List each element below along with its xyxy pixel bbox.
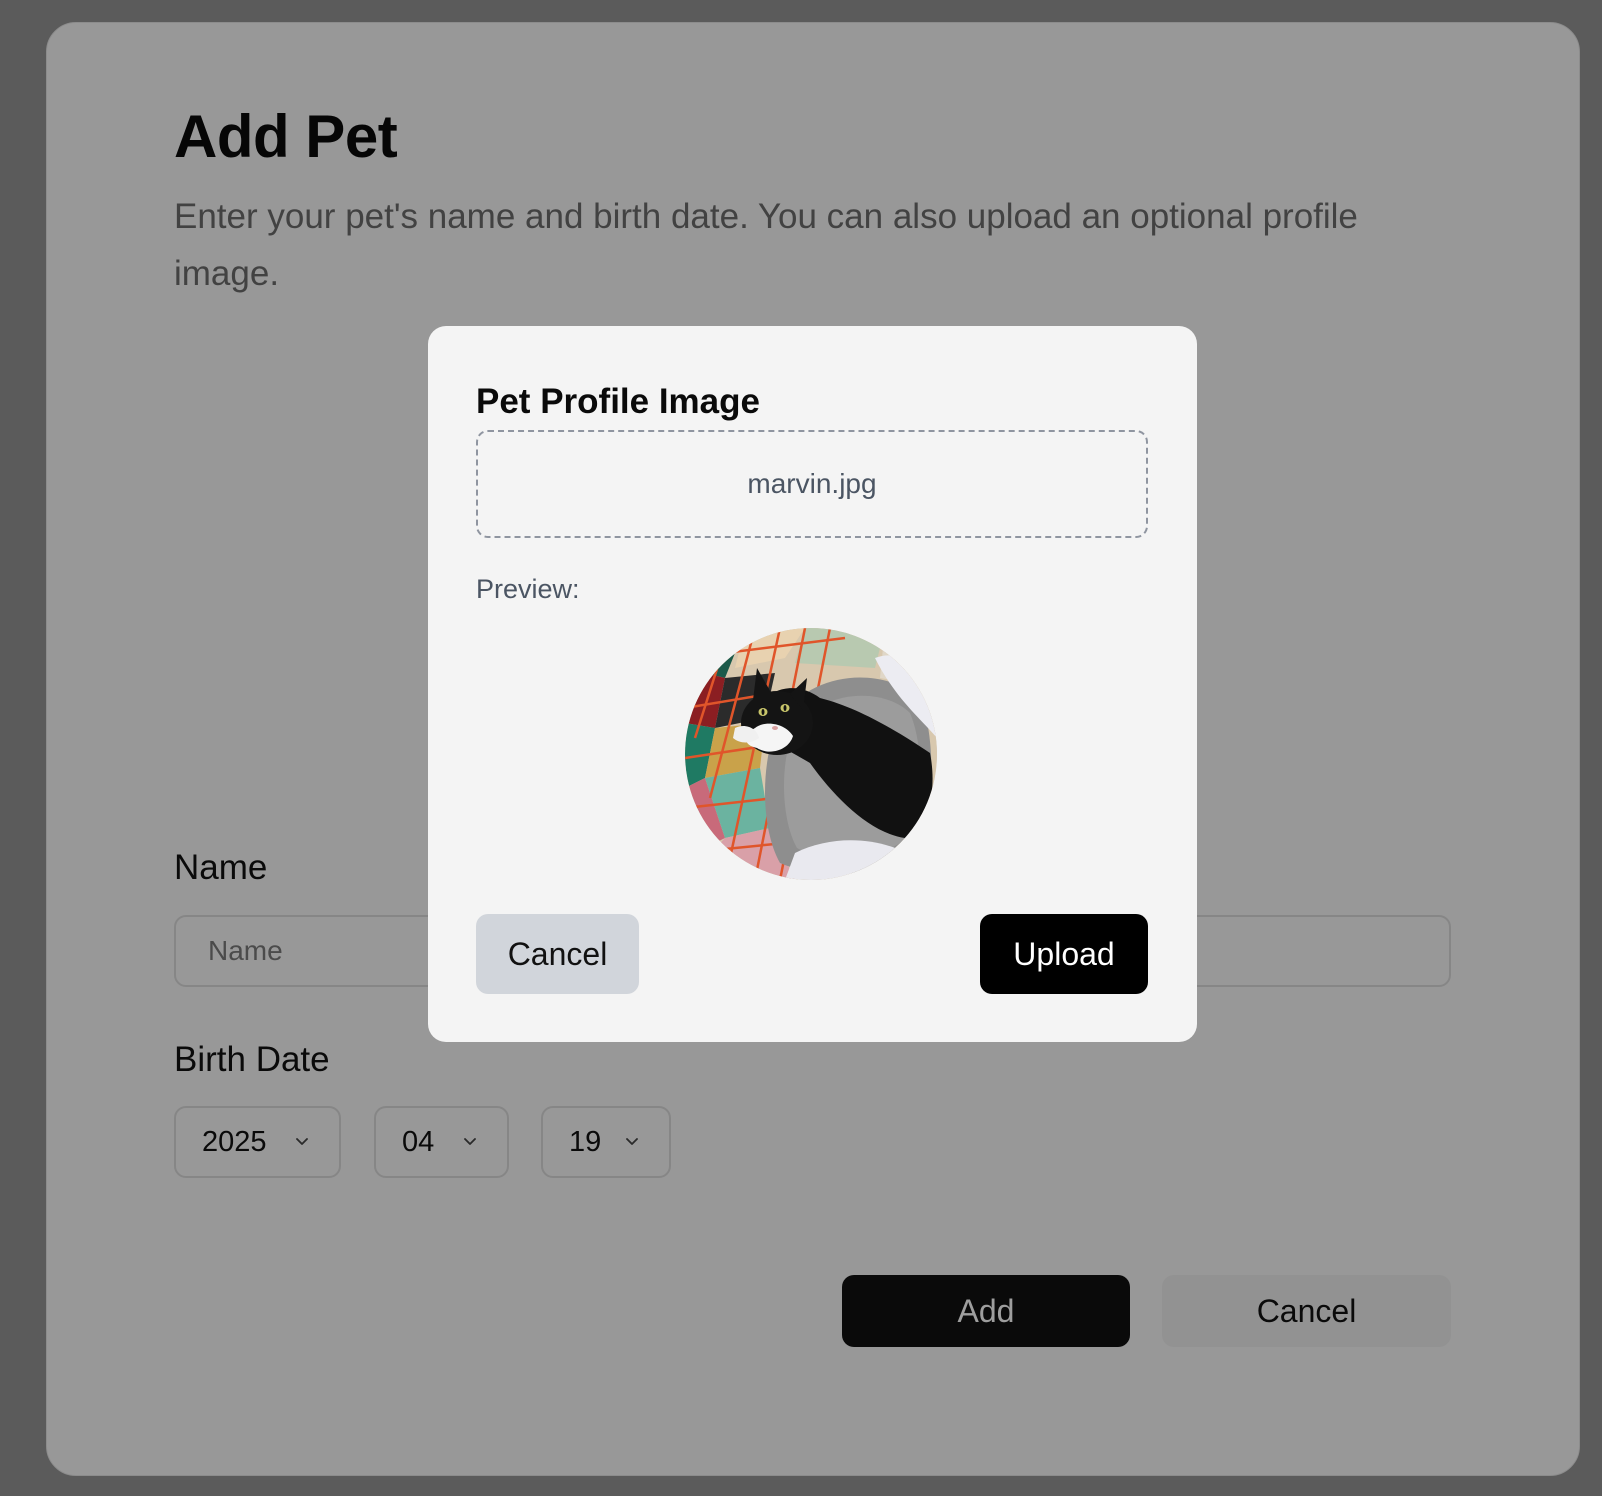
file-name: marvin.jpg [747, 468, 877, 499]
upload-image-dialog: Pet Profile Image marvin.jpg Preview: Ca… [428, 326, 1197, 1042]
dialog-cancel-button[interactable]: Cancel [476, 914, 639, 994]
pet-image-preview [685, 628, 937, 880]
upload-button[interactable]: Upload [980, 914, 1148, 994]
file-dropzone[interactable]: marvin.jpg [476, 430, 1148, 538]
preview-label: Preview: [476, 574, 580, 604]
dialog-title: Pet Profile Image [476, 382, 760, 421]
